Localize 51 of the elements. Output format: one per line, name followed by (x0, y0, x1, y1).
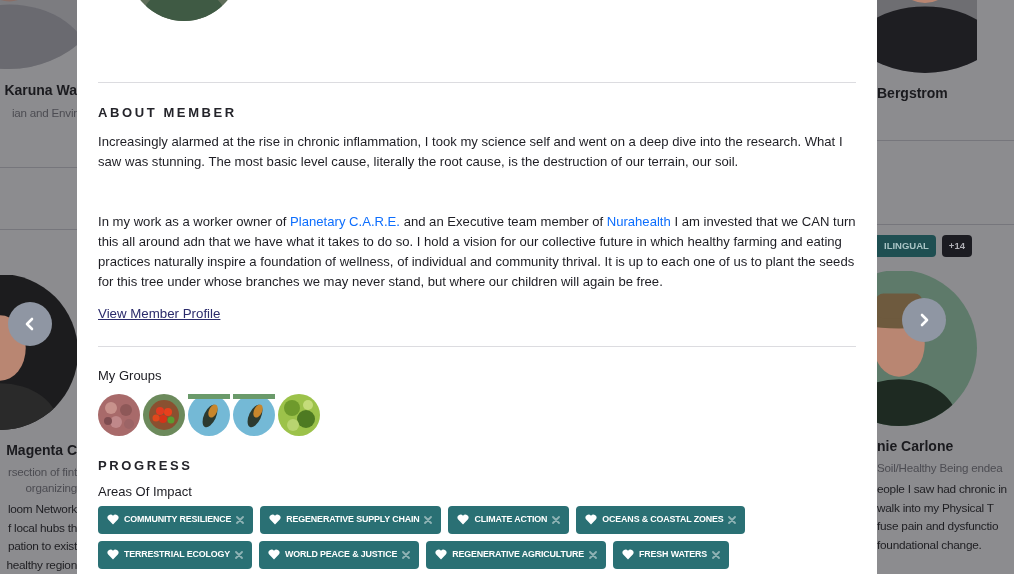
heart-icon (457, 514, 470, 526)
heart-icon (267, 549, 280, 561)
paragraph: Increasingly alarmed at the rise in chronic inflammation, I took my science self and went on a deep dive into the research. What I saw was stunning. The most basic level cause, literally the root cause, is the destruction of our terrain, our soil. (98, 133, 844, 171)
heart-icon (585, 514, 598, 526)
member-bio-line: fuse pain and dysfunctio (877, 518, 999, 535)
member-bio-line: walk into my Physical T (877, 499, 994, 517)
heart-icon (622, 549, 635, 561)
impact-tag: OCEANS & COASTAL ZONES (576, 505, 746, 534)
impact-tag: REGENERATIVE SUPPLY CHAIN (260, 505, 442, 534)
impact-tag: WORLD PEACE & JUSTICE (258, 540, 420, 569)
impact-tag: COMMUNITY RESILIENCE (98, 505, 254, 534)
member-name: Bergstrom (877, 84, 948, 102)
remove-icon[interactable] (728, 515, 737, 524)
impact-tag: FRESH WATERS (613, 540, 730, 569)
member-subtitle: organizing (25, 480, 77, 496)
heart-icon (269, 514, 282, 526)
heart-icon (107, 514, 119, 526)
remove-icon[interactable] (424, 515, 433, 524)
remove-icon[interactable] (552, 515, 561, 524)
heart-icon (435, 549, 448, 561)
remove-icon[interactable] (236, 515, 245, 524)
organization-link[interactable]: Planetary C.A.R.E. (290, 214, 400, 229)
section-heading: ABOUT MEMBER (98, 105, 238, 121)
member-subtitle: rsection of fint (8, 464, 77, 480)
member-bio-line: eople I saw had chronic in (877, 481, 1007, 498)
member-bio-line: healthy region (6, 556, 77, 574)
impact-label: Areas Of Impact (98, 483, 193, 500)
member-bio-line: pation to exist (7, 538, 77, 555)
remove-icon[interactable] (589, 550, 598, 559)
member-tag: +14 (941, 235, 972, 257)
remove-icon[interactable] (712, 550, 721, 559)
remove-icon[interactable] (234, 550, 243, 559)
member-name: Karuna Wa (4, 81, 77, 99)
groups-label: My Groups (98, 367, 163, 384)
heart-icon (107, 549, 119, 561)
member-bio-line: foundational change. (877, 536, 982, 554)
remove-icon[interactable] (402, 550, 411, 559)
impact-tag: TERRESTRIAL ECOLOGY (98, 540, 252, 569)
impact-tag: CLIMATE ACTION (448, 505, 570, 534)
member-tag: ILINGUAL (877, 235, 936, 257)
paragraph: In my work as a worker owner of Planetary C.A.R.E. and an Executive team member of Nurahealth I am invested that we CAN turn this all around adn that we have what it takes to do so. I hold a vision for our collective future in which healthy farming and eating practices naturally inspire a foundation of wellness, of individual and community thrival. It is up to each one of us to plant the seeds for this tree under whose branches we may never stand, but where our children will again be free. (98, 213, 856, 291)
member-bio-line: loom Network (7, 501, 77, 518)
member-subtitle: ian and Envir (11, 105, 77, 121)
profile-link[interactable]: View Member Profile (98, 304, 221, 324)
impact-tag: REGENERATIVE AGRICULTURE (426, 540, 607, 569)
member-bio-line: f local hubs th (7, 519, 77, 537)
member-name: Magenta C (6, 441, 77, 459)
section-heading: PROGRESS (98, 457, 194, 474)
member-subtitle: Soil/Healthy Being endea (877, 460, 1003, 476)
member-name: nie Carlone (877, 437, 954, 455)
organization-link[interactable]: Nurahealth (606, 214, 671, 229)
